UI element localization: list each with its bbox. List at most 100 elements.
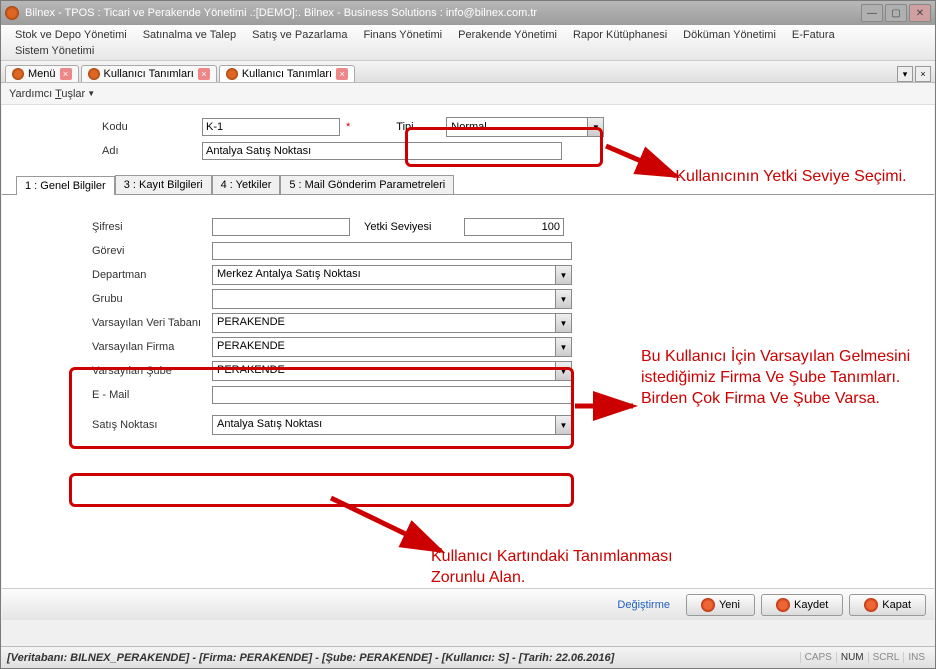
tipi-dropdown[interactable]: ▼ [446, 117, 604, 137]
degistirme-link[interactable]: Değiştirme [617, 599, 670, 611]
statusbar: [Veritabanı: BILNEX_PERAKENDE] - [Firma:… [1, 646, 935, 668]
num-indicator: NUM [836, 652, 868, 663]
new-icon [701, 598, 715, 612]
menu-finans[interactable]: Finans Yönetimi [355, 27, 450, 43]
annotation-text-3: Kullanıcı Kartındaki Tanımlanması Zorunl… [431, 547, 731, 589]
detail-form: Şifresi Yetki Seviyesi Görevi Departman … [2, 195, 934, 457]
departman-label: Departman [12, 269, 212, 281]
tab-close-all-button[interactable]: × [915, 66, 931, 82]
menu-satis[interactable]: Satış ve Pazarlama [244, 27, 355, 43]
adi-label: Adı [2, 145, 202, 157]
tab-dropdown-button[interactable]: ▾ [897, 66, 913, 82]
vvt-label: Varsayılan Veri Tabanı [12, 317, 212, 329]
kaydet-button[interactable]: Kaydet [761, 594, 843, 616]
chevron-down-icon[interactable]: ▼ [555, 266, 571, 284]
kapat-button[interactable]: Kapat [849, 594, 926, 616]
vs-label: Varsayılan Şube [12, 365, 212, 377]
menu-sistem[interactable]: Sistem Yönetimi [7, 43, 929, 59]
window-title: Bilnex - TPOS : Ticari ve Perakende Yöne… [25, 7, 861, 19]
adi-input[interactable] [202, 142, 562, 160]
sn-dropdown[interactable]: Antalya Satış Noktası ▼ [212, 415, 572, 435]
email-input[interactable] [212, 386, 572, 404]
chevron-down-icon[interactable]: ▼ [555, 314, 571, 332]
header-form: Kodu * Tipi ▼ Adı [2, 105, 934, 171]
tab-label: Kullanıcı Tanımları [242, 68, 332, 80]
yetki-label: Yetki Seviyesi [364, 221, 464, 233]
email-label: E - Mail [12, 389, 212, 401]
kaydet-label: Kaydet [794, 599, 828, 611]
close-button[interactable]: ✕ [909, 4, 931, 22]
minimize-button[interactable]: — [861, 4, 883, 22]
tab-kullanici-2[interactable]: Kullanıcı Tanımları × [219, 65, 355, 82]
menu-perakende[interactable]: Perakende Yönetimi [450, 27, 565, 43]
kodu-input[interactable] [202, 118, 340, 136]
tab-icon [12, 68, 24, 80]
grubu-dropdown[interactable]: ▼ [212, 289, 572, 309]
action-bar: Değiştirme Yeni Kaydet Kapat [2, 588, 934, 620]
tab-icon [226, 68, 238, 80]
tab-label: Menü [28, 68, 56, 80]
vf-dropdown[interactable]: PERAKENDE ▼ [212, 337, 572, 357]
vf-value: PERAKENDE [213, 338, 555, 356]
vvt-value: PERAKENDE [213, 314, 555, 332]
vs-dropdown[interactable]: PERAKENDE ▼ [212, 361, 572, 381]
menubar: Stok ve Depo Yönetimi Satınalma ve Talep… [1, 25, 935, 61]
grubu-label: Grubu [12, 293, 212, 305]
titlebar: Bilnex - TPOS : Ticari ve Perakende Yöne… [1, 1, 935, 25]
tab-menu[interactable]: Menü × [5, 65, 79, 82]
vf-label: Varsayılan Firma [12, 341, 212, 353]
save-icon [776, 598, 790, 612]
aux-toolbar-label: Yardımcı Tuşlar [9, 88, 85, 100]
sn-value: Antalya Satış Noktası [213, 416, 555, 434]
close-icon [864, 598, 878, 612]
document-tabs: Menü × Kullanıcı Tanımları × Kullanıcı T… [1, 61, 935, 83]
annotation-text-2: Bu Kullanıcı İçin Varsayılan Gelmesini i… [641, 347, 921, 409]
tipi-label: Tipi [396, 121, 446, 133]
kapat-label: Kapat [882, 599, 911, 611]
menu-dokuman[interactable]: Döküman Yönetimi [675, 27, 784, 43]
menu-rapor[interactable]: Rapor Kütüphanesi [565, 27, 675, 43]
annotation-text-1: Kullanıcının Yetki Seviye Seçimi. [671, 167, 911, 188]
vvt-dropdown[interactable]: PERAKENDE ▼ [212, 313, 572, 333]
menu-stok[interactable]: Stok ve Depo Yönetimi [7, 27, 135, 43]
departman-value: Merkez Antalya Satış Noktası [213, 266, 555, 284]
yeni-label: Yeni [719, 599, 740, 611]
yetki-input[interactable] [464, 218, 564, 236]
caps-indicator: CAPS [800, 652, 836, 663]
tab-close-icon[interactable]: × [198, 68, 210, 80]
vs-value: PERAKENDE [213, 362, 555, 380]
required-icon: * [346, 121, 350, 133]
maximize-button[interactable]: ▢ [885, 4, 907, 22]
gorevi-label: Görevi [12, 245, 212, 257]
chevron-down-icon[interactable]: ▼ [555, 416, 571, 434]
tipi-value[interactable] [447, 119, 587, 135]
yeni-button[interactable]: Yeni [686, 594, 755, 616]
inner-tab-kayit[interactable]: 3 : Kayıt Bilgileri [115, 175, 212, 194]
tab-kullanici-1[interactable]: Kullanıcı Tanımları × [81, 65, 217, 82]
tab-label: Kullanıcı Tanımları [104, 68, 194, 80]
sn-label: Satış Noktası [12, 419, 212, 431]
chevron-down-icon[interactable]: ▼ [587, 118, 603, 136]
chevron-down-icon[interactable]: ▼ [555, 290, 571, 308]
gorevi-input[interactable] [212, 242, 572, 260]
aux-toolbar[interactable]: Yardımcı Tuşlar ▼ [1, 83, 935, 105]
tab-close-icon[interactable]: × [336, 68, 348, 80]
status-text: [Veritabanı: BILNEX_PERAKENDE] - [Firma:… [7, 652, 800, 664]
chevron-down-icon[interactable]: ▼ [555, 338, 571, 356]
tab-icon [88, 68, 100, 80]
menu-satinalma[interactable]: Satınalma ve Talep [135, 27, 244, 43]
tab-close-icon[interactable]: × [60, 68, 72, 80]
grubu-value [213, 290, 555, 308]
menu-efatura[interactable]: E-Fatura [784, 27, 843, 43]
chevron-down-icon: ▼ [87, 89, 95, 98]
app-icon [5, 6, 19, 20]
kodu-label: Kodu [2, 121, 202, 133]
ins-indicator: INS [903, 652, 929, 663]
sifresi-label: Şifresi [12, 221, 212, 233]
inner-tab-yetkiler[interactable]: 4 : Yetkiler [212, 175, 281, 194]
inner-tab-mail[interactable]: 5 : Mail Gönderim Parametreleri [280, 175, 454, 194]
chevron-down-icon[interactable]: ▼ [555, 362, 571, 380]
inner-tab-genel[interactable]: 1 : Genel Bilgiler [16, 176, 115, 195]
departman-dropdown[interactable]: Merkez Antalya Satış Noktası ▼ [212, 265, 572, 285]
sifresi-input[interactable] [212, 218, 350, 236]
